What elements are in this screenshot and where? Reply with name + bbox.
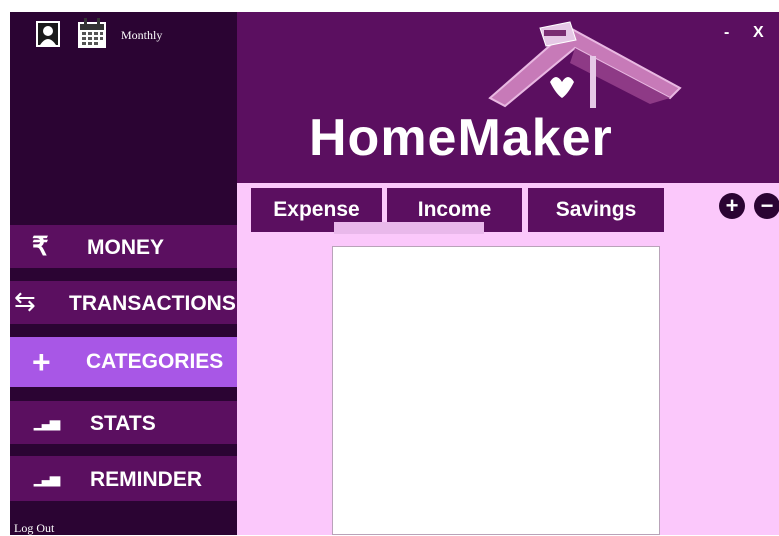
nav-item-stats[interactable]: ▁▃▅ STATS: [10, 401, 237, 444]
nav-item-label: TRANSACTIONS: [69, 292, 236, 315]
house-logo-icon: [480, 18, 690, 108]
nav-item-transactions[interactable]: ⇆ TRANSACTIONS: [10, 281, 237, 324]
close-button[interactable]: X: [753, 24, 764, 42]
minimize-button[interactable]: -: [724, 24, 729, 42]
bar-chart-icon: ▁▃▅: [34, 471, 60, 486]
nav-item-money[interactable]: ₹ MONEY: [10, 225, 237, 268]
remove-category-button[interactable]: −: [754, 193, 779, 219]
calendar-icon[interactable]: [78, 18, 106, 48]
nav-item-label: REMINDER: [90, 468, 203, 491]
nav-item-reminder[interactable]: ▁▃▅ REMINDER: [10, 456, 237, 501]
nav-item-label: STATS: [90, 412, 156, 435]
add-category-button[interactable]: +: [719, 193, 745, 219]
nav-item-label: MONEY: [87, 236, 165, 259]
bar-chart-icon: ▁▃▅: [34, 415, 60, 430]
user-profile-icon[interactable]: [36, 21, 60, 47]
category-list[interactable]: [332, 246, 660, 535]
period-label[interactable]: Monthly: [121, 28, 162, 43]
logout-link[interactable]: Log Out: [14, 521, 54, 536]
list-header: [334, 222, 484, 234]
nav-item-label: CATEGORIES: [86, 350, 224, 373]
nav-item-categories[interactable]: + CATEGORIES: [10, 337, 237, 387]
app-brand-title: HomeMaker: [309, 109, 613, 167]
plus-icon: +: [32, 344, 51, 380]
tab-savings[interactable]: Savings: [528, 188, 664, 232]
rupee-icon: ₹: [32, 231, 49, 261]
transfer-arrows-icon: ⇆: [14, 286, 36, 316]
